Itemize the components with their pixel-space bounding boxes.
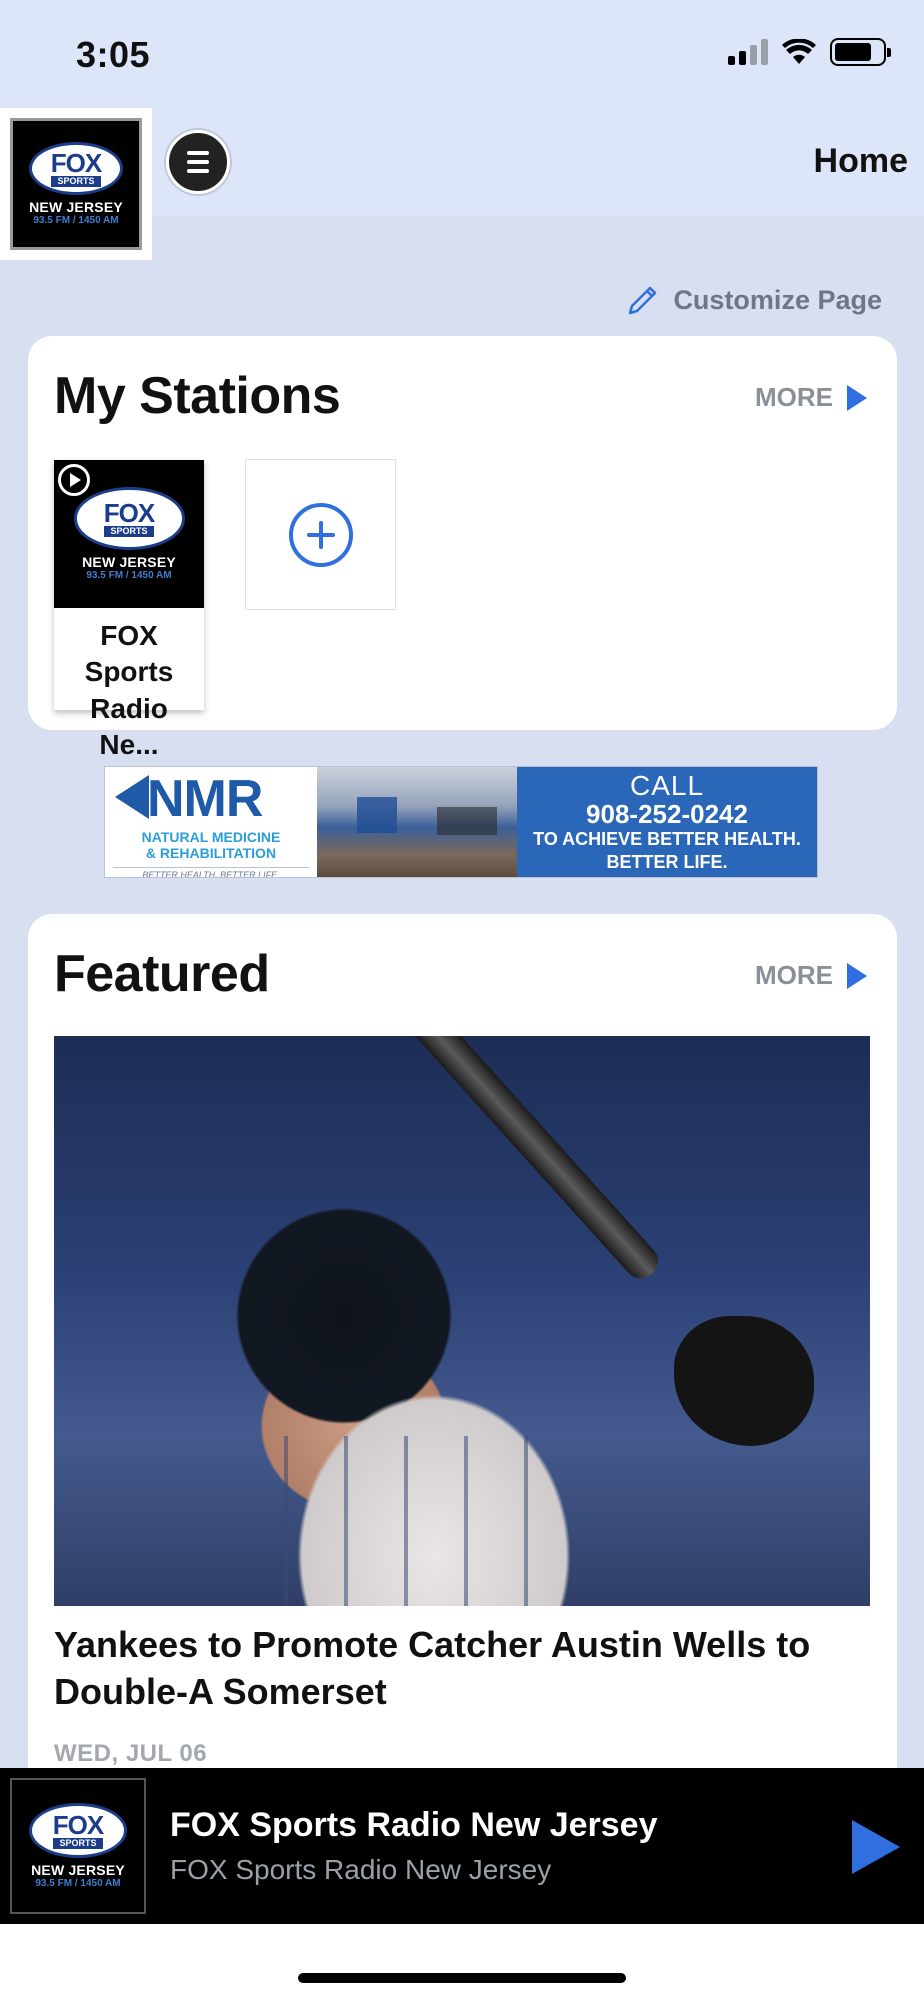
play-arrow-icon bbox=[847, 962, 867, 989]
menu-button[interactable] bbox=[166, 130, 230, 194]
station-name: FOX Sports Radio Ne... bbox=[84, 620, 174, 761]
customize-label: Customize Page bbox=[673, 284, 882, 315]
player-title: FOX Sports Radio New Jersey bbox=[170, 1806, 658, 1844]
ad-banner[interactable]: NMR NATURAL MEDICINE & REHABILITATION BE… bbox=[104, 766, 818, 878]
fox-sports-logo: FOX SPORTS NEW JERSEY 93.5 FM / 1450 AM bbox=[10, 118, 142, 250]
my-stations-more-button[interactable]: MORE bbox=[755, 382, 867, 413]
play-arrow-icon bbox=[847, 384, 867, 411]
add-station-button[interactable] bbox=[245, 459, 396, 610]
station-logo[interactable]: FOX SPORTS NEW JERSEY 93.5 FM / 1450 AM bbox=[0, 108, 152, 260]
customize-page-button[interactable]: Customize Page bbox=[625, 282, 882, 318]
top-bar: 3:05 FOX SPORTS NEW JERSEY 93.5 FM / 145… bbox=[0, 0, 924, 260]
plus-circle-icon bbox=[288, 502, 353, 567]
play-icon[interactable] bbox=[58, 464, 90, 496]
pencil-icon bbox=[629, 286, 657, 315]
featured-card: Featured MORE Yankees to Promote Catcher… bbox=[28, 914, 897, 1814]
featured-title: Featured bbox=[54, 945, 270, 1003]
ad-text: CALL 908-252-0242 TO ACHIEVE BETTER HEAL… bbox=[517, 767, 817, 877]
featured-date: WED, JUL 06 bbox=[54, 1740, 208, 1767]
now-playing-bar[interactable]: FOX SPORTS NEW JERSEY 93.5 FM / 1450 AM … bbox=[0, 1768, 924, 1924]
nmr-logo-mark-icon bbox=[115, 775, 149, 819]
ad-photo bbox=[317, 767, 517, 877]
player-subtitle: FOX Sports Radio New Jersey bbox=[170, 1854, 552, 1885]
wifi-icon bbox=[782, 39, 816, 64]
my-stations-title: My Stations bbox=[54, 367, 341, 425]
page-title: Home bbox=[813, 142, 908, 180]
featured-headline[interactable]: Yankees to Promote Catcher Austin Wells … bbox=[54, 1622, 854, 1716]
status-icons bbox=[728, 38, 891, 66]
cellular-signal-icon bbox=[728, 39, 768, 65]
home-indicator[interactable] bbox=[298, 1973, 626, 1983]
ad-logo: NMR NATURAL MEDICINE & REHABILITATION BE… bbox=[105, 767, 317, 877]
station-tile[interactable]: FOX SPORTS NEW JERSEY 93.5 FM / 1450 AM … bbox=[54, 460, 204, 760]
featured-image[interactable] bbox=[54, 1036, 870, 1606]
status-time: 3:05 bbox=[76, 34, 151, 75]
featured-more-button[interactable]: MORE bbox=[755, 960, 867, 991]
bottom-safe-area bbox=[0, 1924, 924, 2000]
my-stations-card: My Stations MORE FOX SPORTS NEW JERSEY 9… bbox=[28, 336, 897, 760]
fox-sports-logo: FOX SPORTS NEW JERSEY 93.5 FM / 1450 AM bbox=[10, 1778, 146, 1914]
play-icon[interactable] bbox=[852, 1820, 900, 1874]
player-station-logo: FOX SPORTS NEW JERSEY 93.5 FM / 1450 AM bbox=[10, 1778, 146, 1914]
battery-icon bbox=[830, 38, 891, 66]
